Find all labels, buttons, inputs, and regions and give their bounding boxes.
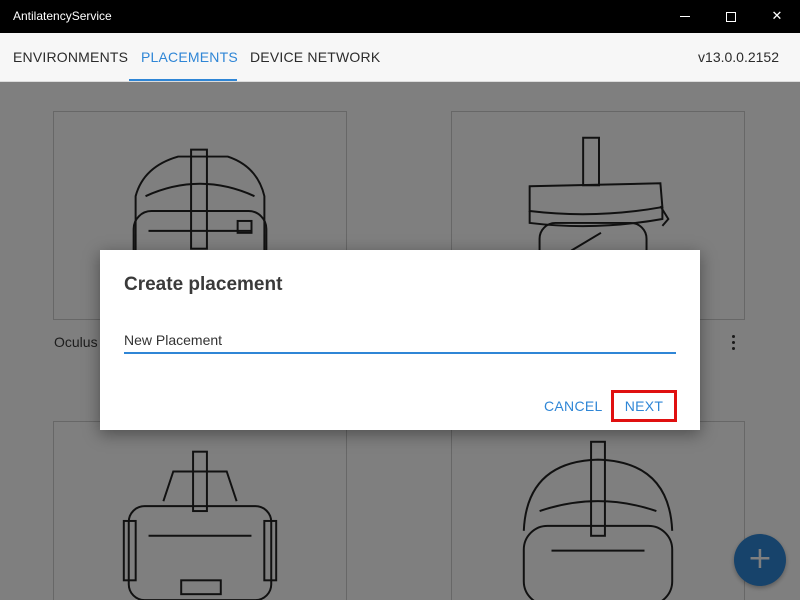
next-button[interactable]: NEXT (625, 398, 664, 414)
close-button[interactable]: ✕ (754, 0, 800, 33)
close-icon: ✕ (771, 9, 783, 24)
dialog-title: Create placement (124, 274, 283, 295)
create-placement-dialog: Create placement CANCEL NEXT (100, 250, 700, 430)
app-title: AntilatencyService (13, 9, 112, 23)
tab-placements[interactable]: PLACEMENTS (141, 49, 238, 65)
active-tab-indicator (129, 79, 237, 81)
placement-name-input[interactable] (124, 328, 676, 354)
tab-bar: ENVIRONMENTS PLACEMENTS DEVICE NETWORK v… (0, 33, 800, 82)
tab-device-network[interactable]: DEVICE NETWORK (250, 49, 380, 65)
cancel-button[interactable]: CANCEL (544, 398, 603, 414)
maximize-icon (726, 11, 736, 22)
version-label: v13.0.0.2152 (698, 49, 779, 65)
maximize-button[interactable] (708, 0, 754, 33)
window-title-bar: AntilatencyService ✕ (0, 0, 800, 33)
minimize-icon (680, 16, 690, 17)
minimize-button[interactable] (662, 0, 708, 33)
next-button-highlight: NEXT (611, 390, 677, 422)
tab-environments[interactable]: ENVIRONMENTS (13, 49, 128, 65)
